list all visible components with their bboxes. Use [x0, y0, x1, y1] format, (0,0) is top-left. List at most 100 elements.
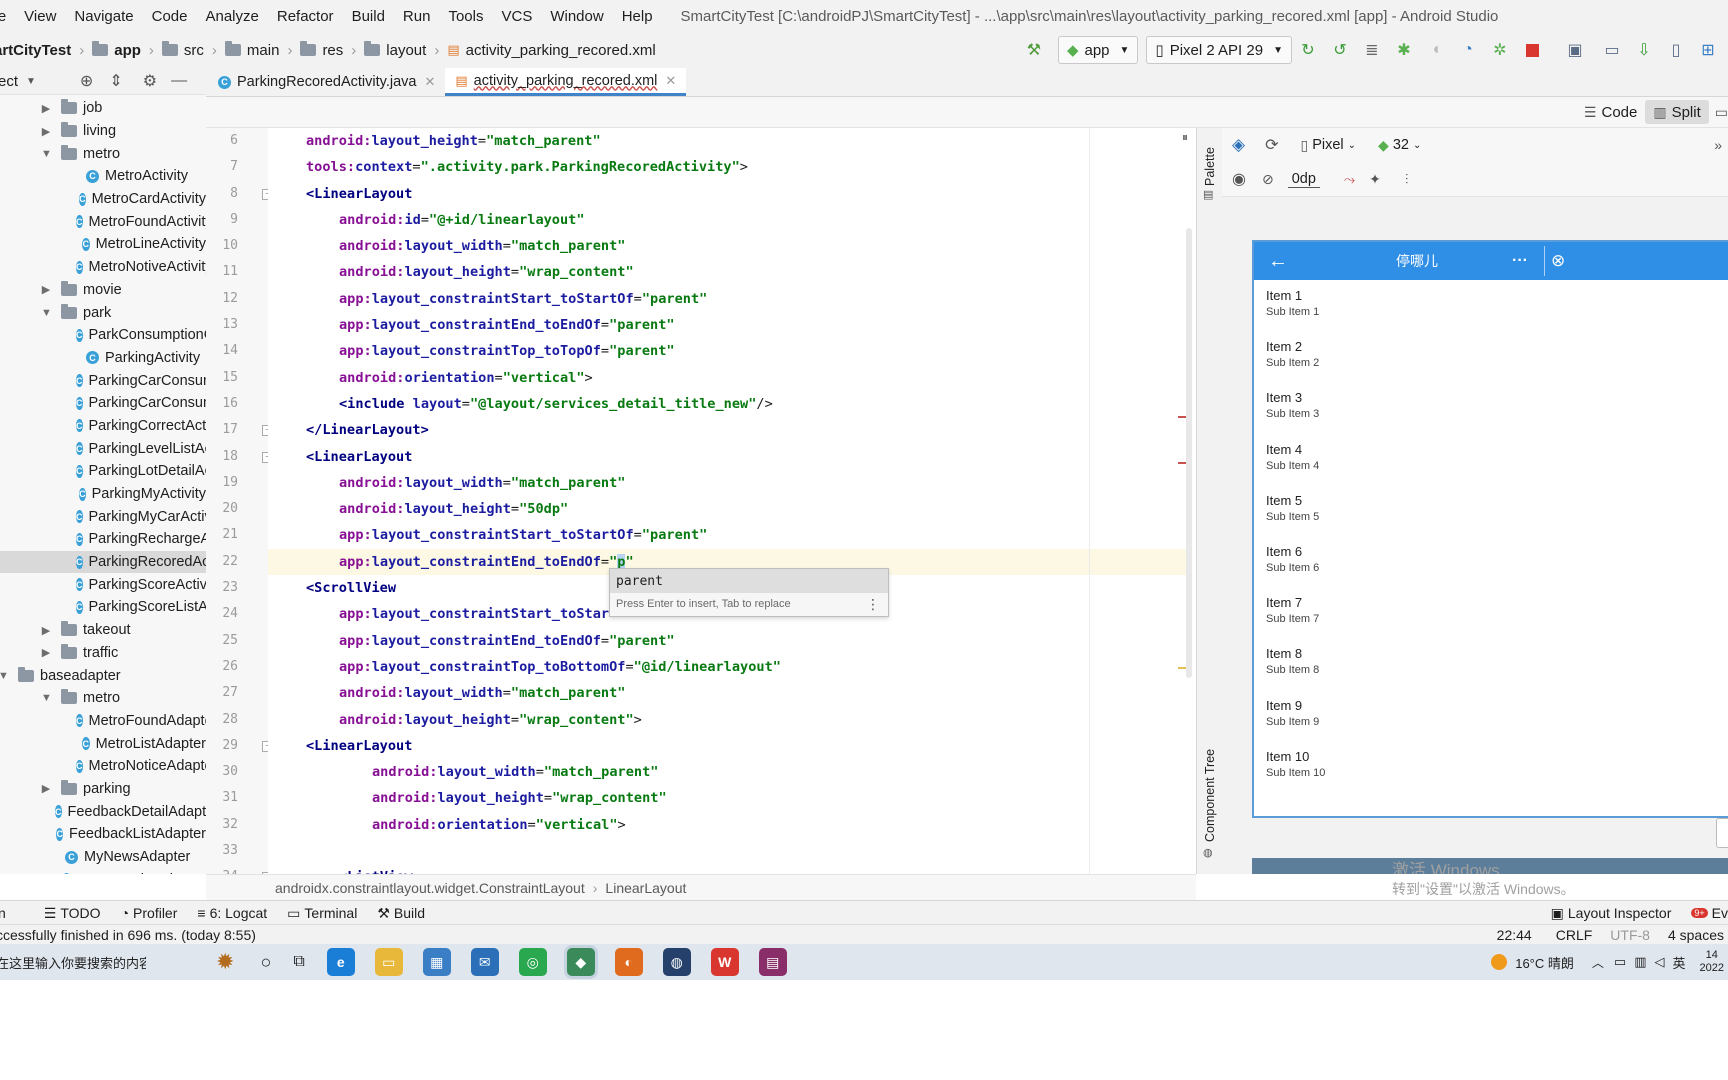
- gradle-sync-icon[interactable]: ≣: [1363, 41, 1381, 59]
- tool-todo[interactable]: ☰ TODO: [44, 905, 101, 922]
- tree-folder[interactable]: ▼ baseadapter: [0, 664, 206, 687]
- default-margin-field[interactable]: 0dp: [1287, 171, 1320, 188]
- volume-icon[interactable]: ◁: [1655, 954, 1665, 970]
- menu-build[interactable]: Build: [352, 8, 385, 25]
- chevron-right-icon[interactable]: ▶: [41, 125, 51, 138]
- taskbar-search-box[interactable]: 在这里输入你要搜索的内容: [0, 953, 146, 972]
- close-icon[interactable]: ✕: [424, 74, 435, 90]
- breadcrumb-item[interactable]: main ›: [224, 41, 292, 59]
- tree-folder[interactable]: ▶ parking: [0, 778, 206, 801]
- locate-icon[interactable]: ⊕: [80, 71, 93, 91]
- project-structure-icon[interactable]: ▣: [1566, 41, 1584, 59]
- line-separator[interactable]: CRLF: [1556, 927, 1593, 943]
- chevron-down-icon[interactable]: ▼: [41, 692, 52, 704]
- breadcrumb-item[interactable]: layout ›: [364, 41, 439, 59]
- tree-class[interactable]: C MetroNotiveActivity: [0, 256, 206, 279]
- tree-folder[interactable]: ▶ job: [0, 97, 206, 120]
- tree-class[interactable]: C FeedbackDetailAdapter: [0, 800, 206, 823]
- code-editor[interactable]: android:layout_height="match_parent" tool…: [268, 128, 1192, 874]
- profile-icon[interactable]: ◔: [1459, 41, 1477, 59]
- tree-class[interactable]: C ParkingCarConsump: [0, 392, 206, 415]
- preview-scroll-handle[interactable]: [1716, 818, 1728, 848]
- breadcrumb-item[interactable]: app ›: [92, 41, 154, 59]
- api-level-select[interactable]: 32 ⌄: [1393, 137, 1422, 153]
- store-icon[interactable]: ▦: [422, 948, 451, 976]
- menu-refactor[interactable]: Refactor: [277, 8, 334, 25]
- tree-class[interactable]: C MyNewsAdapter: [0, 846, 206, 869]
- task-view-icon[interactable]: ⧉: [293, 953, 304, 971]
- tree-class[interactable]: C ParkingLevelListActi: [0, 437, 206, 460]
- chevron-down-icon[interactable]: ▼: [41, 148, 52, 160]
- more-actions-icon[interactable]: »: [1714, 137, 1722, 153]
- chevron-down-icon[interactable]: ▼: [41, 307, 52, 319]
- layout-icon[interactable]: ⊞: [1699, 41, 1717, 59]
- layers-icon[interactable]: ◈: [1232, 135, 1245, 155]
- breadcrumb-item[interactable]: ▤ activity_parking_recored.xml: [447, 42, 655, 59]
- device-manager-icon[interactable]: ▯: [1667, 41, 1685, 59]
- palette-tab[interactable]: Palette: [1203, 147, 1217, 186]
- cortana-icon[interactable]: ○: [260, 952, 271, 973]
- magnet-off-icon[interactable]: ⊘: [1262, 171, 1274, 188]
- archive-icon[interactable]: ▤: [758, 948, 787, 976]
- menu-navigate[interactable]: Navigate: [74, 8, 133, 25]
- android-studio-icon[interactable]: ◆: [566, 948, 595, 976]
- close-icon[interactable]: ✕: [665, 73, 676, 89]
- tree-folder[interactable]: ▶ takeout: [0, 619, 206, 642]
- structure-item-current[interactable]: LinearLayout: [605, 880, 686, 896]
- sdk-manager-icon[interactable]: ⇩: [1635, 41, 1653, 59]
- tree-folder[interactable]: ▶ living: [0, 120, 206, 143]
- tab-java-file[interactable]: C ParkingRecoredActivity.java ✕: [208, 68, 445, 96]
- more-options-icon[interactable]: ⋮: [866, 596, 880, 613]
- tree-class[interactable]: C MetroLineActivity: [0, 233, 206, 256]
- tree-folder[interactable]: ▼ park: [0, 301, 206, 324]
- chevron-right-icon[interactable]: ▶: [41, 646, 51, 659]
- clock[interactable]: 14 2022: [1700, 949, 1724, 975]
- split-mode-button[interactable]: ▥ Split: [1645, 100, 1709, 124]
- chevron-down-icon[interactable]: ▼: [0, 670, 9, 682]
- tree-class[interactable]: C FeedbackListAdapter: [0, 823, 206, 846]
- tree-class[interactable]: C ParkingCorrectActiv: [0, 415, 206, 438]
- ime-indicator[interactable]: 英: [1673, 953, 1686, 972]
- breadcrumb-item[interactable]: src ›: [161, 41, 217, 59]
- edge-icon[interactable]: e: [326, 948, 355, 976]
- menu-window[interactable]: Window: [550, 8, 603, 25]
- menu-view[interactable]: View: [24, 8, 56, 25]
- infer-constraints-icon[interactable]: ✦: [1369, 171, 1381, 188]
- file-encoding[interactable]: UTF-8: [1610, 927, 1650, 943]
- breadcrumb-item[interactable]: res ›: [300, 41, 356, 59]
- stop-icon[interactable]: [1523, 41, 1541, 59]
- debug-icon[interactable]: ✱: [1395, 41, 1413, 59]
- tool-layout-inspector[interactable]: ▣ Layout Inspector: [1551, 905, 1672, 922]
- tree-folder[interactable]: ▼ metro: [0, 142, 206, 165]
- structure-item-root[interactable]: androidx.constraintlayout.widget.Constra…: [275, 880, 585, 896]
- minimize-icon[interactable]: —: [171, 72, 187, 90]
- design-mode-icon[interactable]: ▭: [1715, 104, 1728, 121]
- component-tree-tab[interactable]: Component Tree: [1203, 749, 1217, 842]
- menu-code[interactable]: Code: [152, 8, 188, 25]
- network-icon[interactable]: ▥: [1634, 954, 1646, 970]
- breadcrumb-item[interactable]: artCityTest ›: [0, 42, 84, 59]
- tool-logcat[interactable]: ≡ 6: Logcat: [197, 905, 267, 921]
- caret-position[interactable]: 22:44: [1497, 927, 1532, 943]
- gear-icon[interactable]: ⚙: [143, 71, 157, 91]
- tray-arrow-icon[interactable]: ︿: [1592, 954, 1604, 971]
- tree-folder[interactable]: ▶ movie: [0, 279, 206, 302]
- tree-class[interactable]: C ParkingRecoredActi: [0, 550, 206, 574]
- collapse-all-icon[interactable]: ⇕: [109, 71, 122, 91]
- weather-label[interactable]: 16°C 晴朗: [1515, 953, 1574, 972]
- tree-class[interactable]: C ParkingActivity: [0, 347, 206, 370]
- tree-class[interactable]: C MetroCardActivity: [0, 188, 206, 211]
- menu-run[interactable]: Run: [403, 8, 431, 25]
- attach-debugger-icon[interactable]: ◖: [1427, 41, 1445, 59]
- tree-class[interactable]: C ParkingMyActivity: [0, 483, 206, 506]
- project-view-label[interactable]: ect: [0, 73, 18, 90]
- run-config-select[interactable]: ◆ app ▼: [1057, 36, 1139, 64]
- tree-folder[interactable]: ▶ traffic: [0, 642, 206, 665]
- tree-class[interactable]: C MetroNoticeAdapte: [0, 755, 206, 778]
- tray-box-icon[interactable]: ▭: [1614, 954, 1626, 970]
- tree-class[interactable]: C ParkingRechargeAc: [0, 528, 206, 551]
- hammer-icon[interactable]: ⚒: [1025, 41, 1043, 59]
- menu-analyze[interactable]: Analyze: [205, 8, 258, 25]
- apply-changes-icon[interactable]: ↻: [1299, 41, 1317, 59]
- app-orange-icon[interactable]: ◐: [614, 948, 643, 976]
